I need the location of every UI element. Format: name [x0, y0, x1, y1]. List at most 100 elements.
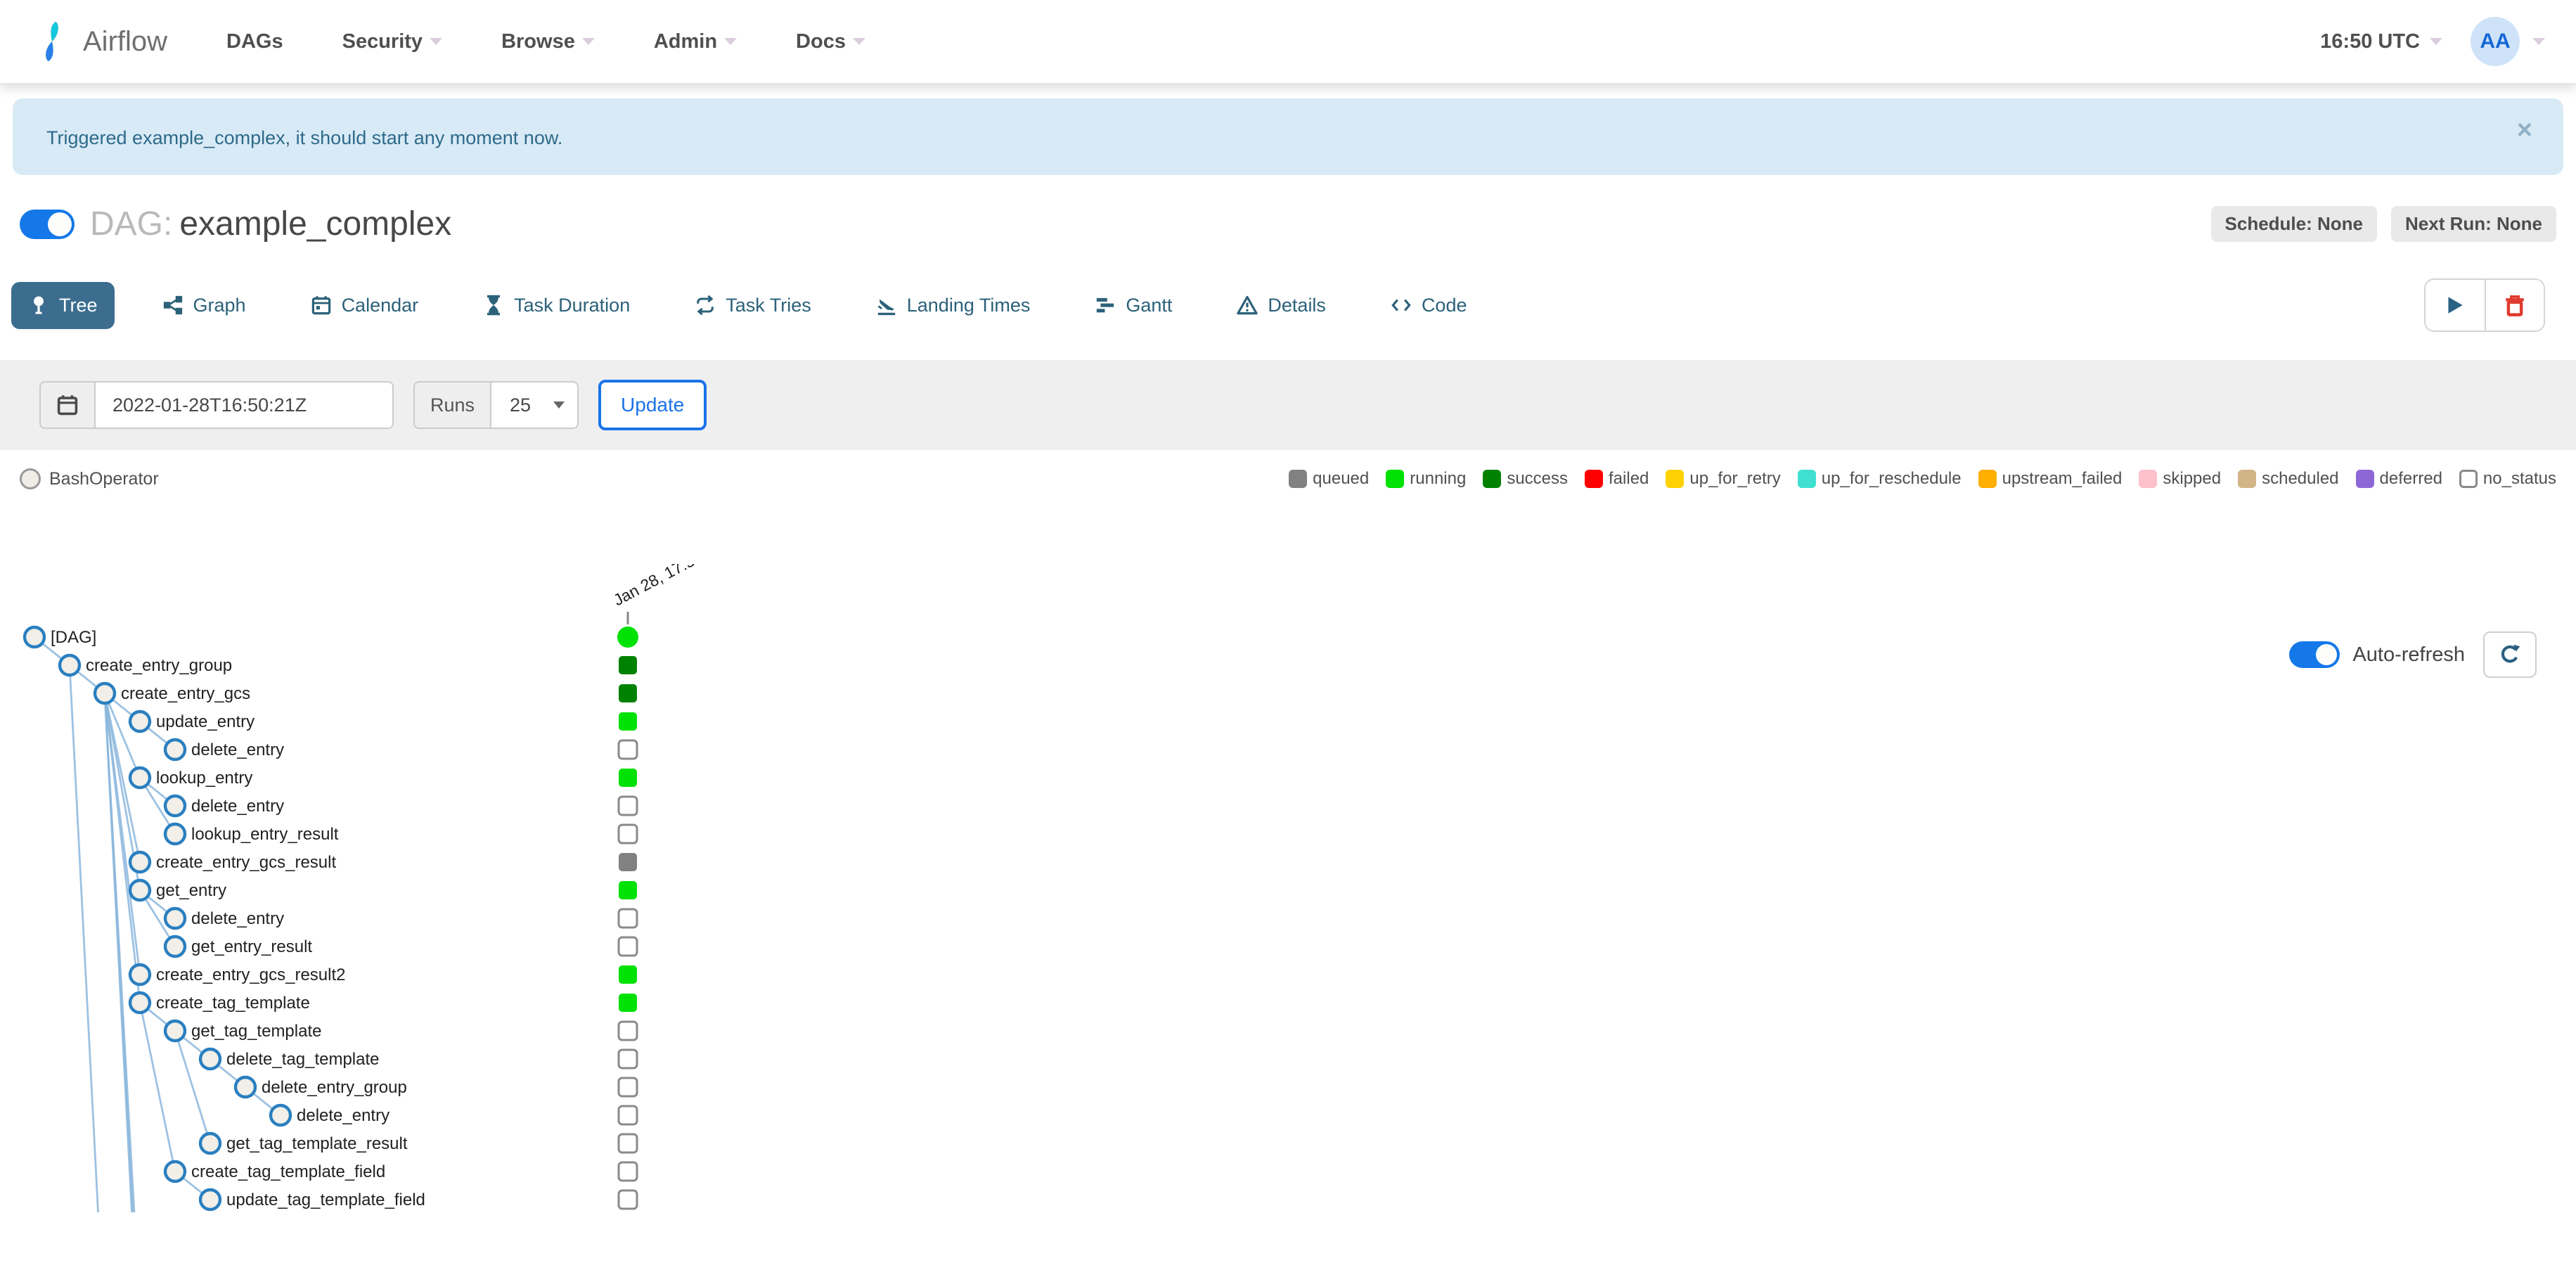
task-node-create_tag_template[interactable] [128, 991, 152, 1015]
update-button[interactable]: Update [598, 380, 707, 430]
tab-landing-times[interactable]: Landing Times [859, 282, 1048, 329]
nav-item-label: DAGs [226, 30, 283, 53]
task-status-no_status[interactable] [617, 908, 638, 929]
nav-item-dags[interactable]: DAGs [226, 30, 283, 53]
task-status-no_status[interactable] [617, 1161, 638, 1182]
nav-item-admin[interactable]: Admin [654, 30, 738, 53]
status-swatch [1797, 470, 1816, 488]
task-node-get_tag_template_result[interactable] [198, 1131, 222, 1155]
avatar: AA [2471, 17, 2520, 66]
code-icon [1391, 295, 1412, 316]
task-node-update_tag_template_field[interactable] [198, 1188, 222, 1212]
airflow-logo[interactable]: Airflow [31, 20, 167, 63]
dag-run-status-running[interactable] [617, 627, 638, 648]
task-status-no_status[interactable] [617, 1077, 638, 1098]
nav-item-docs[interactable]: Docs [796, 30, 865, 53]
tab-tree[interactable]: Tree [11, 281, 115, 329]
tab-code[interactable]: Code [1374, 282, 1484, 329]
task-status-success[interactable] [619, 656, 637, 674]
task-label-create_entry_group: create_entry_group [86, 656, 232, 675]
task-node-create_tag_template_field[interactable] [163, 1160, 187, 1183]
trigger-dag-button[interactable] [2426, 280, 2485, 330]
base-date-input[interactable] [96, 381, 394, 429]
play-icon [2448, 297, 2463, 314]
user-menu[interactable]: AA [2471, 17, 2545, 66]
nav-menu: DAGs Security Browse Admin Docs [226, 30, 865, 53]
close-icon[interactable]: × [2517, 117, 2532, 143]
date-picker-button[interactable] [39, 381, 96, 429]
status-legend-label: deferred [2379, 469, 2442, 488]
tab-gantt[interactable]: Gantt [1078, 282, 1189, 329]
task-label-create_entry_gcs: create_entry_gcs [121, 684, 250, 703]
chevron-down-icon [430, 38, 443, 45]
task-label-create_entry_gcs_result: create_entry_gcs_result [156, 853, 336, 872]
task-label-create_tag_template_field: create_tag_template_field [191, 1162, 385, 1181]
task-node-update_entry[interactable] [128, 710, 152, 733]
status-legend-item-upstream_failed: upstream_failed [1978, 469, 2122, 489]
status-legend-label: running [1410, 469, 1467, 488]
task-node-delete_entry[interactable] [269, 1103, 292, 1127]
nav-item-label: Docs [796, 30, 846, 53]
runs-label: Runs [413, 381, 492, 429]
task-node-get_entry_result[interactable] [163, 935, 187, 958]
task-node-create_entry_gcs_result2[interactable] [128, 963, 152, 987]
refresh-icon [2501, 644, 2520, 663]
tab-graph[interactable]: Graph [146, 282, 263, 329]
tab-task-tries[interactable]: Task Tries [678, 282, 828, 329]
task-node-create_entry_gcs_result[interactable] [128, 850, 152, 874]
task-node-lookup_entry[interactable] [128, 766, 152, 790]
task-node-delete_entry[interactable] [163, 738, 187, 762]
tree-link [68, 665, 99, 1212]
num-runs-select[interactable]: 25 [491, 381, 579, 429]
task-status-no_status[interactable] [617, 1105, 638, 1126]
task-status-running[interactable] [619, 881, 637, 899]
task-node-delete_entry[interactable] [163, 906, 187, 930]
status-legend-item-queued: queued [1289, 469, 1369, 489]
task-label-delete_entry: delete_entry [191, 740, 284, 759]
tab-details[interactable]: Details [1220, 282, 1343, 329]
tree-chart: Jan 28, 17:50 [DAG] create_entry_groupcrea… [22, 564, 705, 1212]
task-label-get_tag_template: get_tag_template [191, 1022, 321, 1041]
tab-task-duration[interactable]: Task Duration [466, 282, 647, 329]
nav-item-browse[interactable]: Browse [501, 30, 595, 53]
task-status-queued[interactable] [619, 853, 637, 871]
task-node-lookup_entry_result[interactable] [163, 822, 187, 846]
task-status-no_status[interactable] [617, 739, 638, 760]
task-status-running[interactable] [619, 994, 637, 1012]
tab-calendar[interactable]: Calendar [294, 282, 436, 329]
task-node-[DAG][interactable] [22, 625, 46, 649]
delete-dag-button[interactable] [2485, 280, 2544, 330]
task-status-no_status[interactable] [617, 1189, 638, 1210]
chevron-down-icon [724, 38, 738, 45]
chevron-down-icon [2430, 38, 2442, 45]
filter-bar: Runs 25 Update [0, 360, 2576, 450]
task-status-no_status[interactable] [617, 795, 638, 816]
task-label-delete_entry: delete_entry [191, 909, 284, 928]
task-node-create_entry_group[interactable] [58, 653, 82, 677]
task-status-no_status[interactable] [617, 936, 638, 957]
task-node-delete_entry[interactable] [163, 794, 187, 818]
gantt-icon [1095, 295, 1116, 316]
task-status-no_status[interactable] [617, 1133, 638, 1154]
task-status-success[interactable] [619, 684, 637, 702]
task-node-delete_entry_group[interactable] [233, 1075, 257, 1099]
refresh-button[interactable] [2483, 631, 2537, 678]
status-legend-item-running: running [1386, 469, 1466, 489]
dag-pause-toggle[interactable] [20, 209, 75, 239]
clock-dropdown[interactable]: 16:50 UTC [2320, 30, 2442, 53]
operator-legend-label: BashOperator [49, 468, 159, 489]
task-status-no_status[interactable] [617, 823, 638, 845]
task-status-no_status[interactable] [617, 1020, 638, 1041]
task-status-running[interactable] [619, 965, 637, 984]
task-node-create_entry_gcs[interactable] [93, 681, 117, 705]
auto-refresh-toggle[interactable] [2289, 641, 2340, 668]
task-status-running[interactable] [619, 769, 637, 787]
task-node-get_tag_template[interactable] [163, 1019, 187, 1043]
calendar-icon [57, 395, 78, 416]
task-node-get_entry[interactable] [128, 878, 152, 902]
task-label-[DAG]: [DAG] [51, 628, 96, 647]
task-node-delete_tag_template[interactable] [198, 1047, 222, 1071]
task-status-no_status[interactable] [617, 1048, 638, 1070]
nav-item-security[interactable]: Security [342, 30, 443, 53]
task-status-running[interactable] [619, 712, 637, 731]
